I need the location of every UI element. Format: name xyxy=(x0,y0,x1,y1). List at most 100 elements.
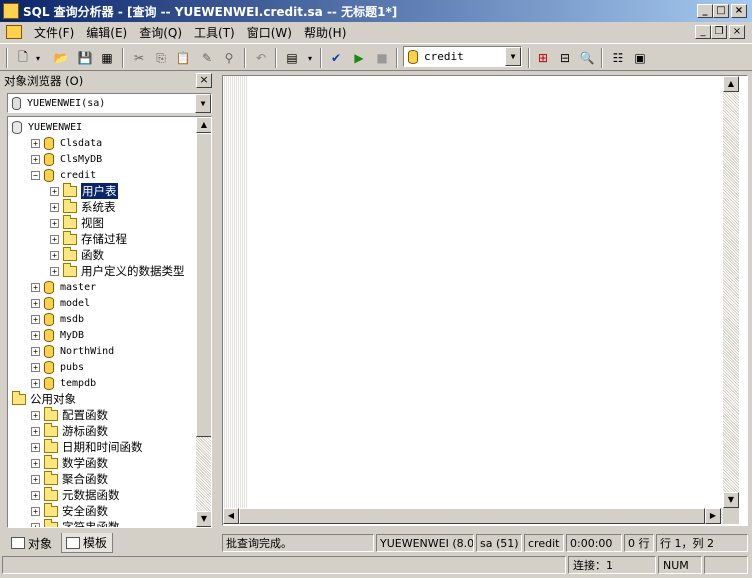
tree-item[interactable]: + 存储过程 xyxy=(50,230,127,247)
scroll-right-button[interactable]: ▶ xyxy=(705,508,721,524)
new-query-icon[interactable]: 🗋 xyxy=(14,49,32,67)
tree-scroll-thumb[interactable] xyxy=(196,133,211,437)
scroll-left-button[interactable]: ◀ xyxy=(223,508,239,524)
database-select[interactable]: credit ▼ xyxy=(403,46,522,67)
scroll-up-button[interactable]: ▲ xyxy=(196,117,211,133)
collapse-icon[interactable]: − xyxy=(31,170,40,180)
tree-item[interactable]: + 日期和时间函数 xyxy=(31,438,143,455)
menu-query[interactable]: 查询(Q) xyxy=(133,24,188,41)
tree-item[interactable]: + 函数 xyxy=(50,246,104,263)
tree-item[interactable]: + 游标函数 xyxy=(31,422,108,439)
child-restore-button[interactable]: ❐ xyxy=(711,25,727,39)
stop-icon[interactable]: ■ xyxy=(373,49,391,67)
menu-edit[interactable]: 编辑(E) xyxy=(80,24,133,41)
tree-item[interactable]: + NorthWind xyxy=(31,343,114,359)
scroll-up-button[interactable]: ▲ xyxy=(723,76,739,92)
tree-item[interactable]: YUEWENWEI xyxy=(12,119,82,135)
expand-icon[interactable]: + xyxy=(50,186,59,196)
expand-icon[interactable]: + xyxy=(31,474,40,484)
expand-icon[interactable]: + xyxy=(31,362,40,372)
copy-icon[interactable]: ⎘ xyxy=(152,49,170,67)
undo-icon[interactable]: ↶ xyxy=(252,49,270,67)
tree-item[interactable]: + 数学函数 xyxy=(31,454,108,471)
tree-item[interactable]: + tempdb xyxy=(31,375,96,391)
window-list-icon[interactable]: ▣ xyxy=(631,49,649,67)
expand-icon[interactable]: + xyxy=(31,506,40,516)
execute-icon[interactable]: ▶ xyxy=(350,49,368,67)
menu-window[interactable]: 窗口(W) xyxy=(241,24,298,41)
minimize-button[interactable]: _ xyxy=(697,4,713,18)
object-search-icon[interactable]: 🔍 xyxy=(578,49,596,67)
results-mode-icon[interactable]: ▤ xyxy=(283,49,301,67)
scroll-down-button[interactable]: ▼ xyxy=(196,511,211,527)
open-icon[interactable]: 📂 xyxy=(52,49,70,67)
query-editor[interactable]: ▲ ▼ ◀ ▶ xyxy=(222,75,748,526)
expand-icon[interactable]: + xyxy=(31,314,40,324)
object-tree[interactable]: YUEWENWEI + Clsdata + ClsMyDB − credit + 用户表 + 系统表… xyxy=(7,116,212,528)
tree-item[interactable]: + MyDB xyxy=(31,327,84,343)
tree-item[interactable]: + 聚合函数 xyxy=(31,470,108,487)
scroll-down-button[interactable]: ▼ xyxy=(723,492,739,508)
tree-item[interactable]: + Clsdata xyxy=(31,135,102,151)
maximize-button[interactable]: □ xyxy=(713,4,729,18)
tab-templates[interactable]: 模板 xyxy=(61,533,113,553)
chevron-down-icon[interactable]: ▼ xyxy=(195,94,211,113)
tree-item[interactable]: + 字符串函数 xyxy=(31,518,120,527)
expand-icon[interactable]: + xyxy=(31,426,40,436)
chevron-down-icon[interactable]: ▼ xyxy=(505,47,521,66)
tab-objects[interactable]: 对象 xyxy=(7,533,61,553)
expand-icon[interactable]: + xyxy=(50,234,59,244)
tree-item[interactable]: + 系统表 xyxy=(50,198,116,215)
tree-item[interactable]: 公用对象 xyxy=(12,390,76,407)
tree-item[interactable]: + 安全函数 xyxy=(31,502,108,519)
editor-vscrollbar[interactable] xyxy=(723,76,739,508)
cut-icon[interactable]: ✂ xyxy=(130,49,148,67)
expand-icon[interactable]: + xyxy=(31,522,40,527)
expand-icon[interactable]: + xyxy=(50,250,59,260)
tree-item[interactable]: + 用户表 xyxy=(50,182,119,200)
find-icon[interactable]: ⚲ xyxy=(220,49,238,67)
paste-icon[interactable]: 📋 xyxy=(174,49,192,67)
menu-file[interactable]: 文件(F) xyxy=(28,24,80,41)
tree-item[interactable]: + model xyxy=(31,295,90,311)
expand-icon[interactable]: + xyxy=(31,154,40,164)
clear-icon[interactable]: ✎ xyxy=(198,49,216,67)
expand-icon[interactable]: + xyxy=(31,442,40,452)
server-select[interactable]: YUEWENWEI(sa) ▼ xyxy=(7,93,212,113)
tree-item[interactable]: + pubs xyxy=(31,359,84,375)
results-dropdown-icon[interactable]: ▾ xyxy=(305,49,315,67)
close-button[interactable]: × xyxy=(731,4,747,18)
tree-item[interactable]: + 用户定义的数据类型 xyxy=(50,262,185,279)
expand-icon[interactable]: + xyxy=(50,266,59,276)
tree-item[interactable]: + msdb xyxy=(31,311,84,327)
parse-icon[interactable]: ✔ xyxy=(327,49,345,67)
tree-item[interactable]: + master xyxy=(31,279,96,295)
show-plan-icon[interactable]: ⊞ xyxy=(534,49,552,67)
expand-icon[interactable]: + xyxy=(31,410,40,420)
menu-tools[interactable]: 工具(T) xyxy=(188,24,241,41)
tree-item[interactable]: + 视图 xyxy=(50,214,104,231)
expand-icon[interactable]: + xyxy=(31,490,40,500)
tree-item[interactable]: + ClsMyDB xyxy=(31,151,102,167)
expand-icon[interactable]: + xyxy=(50,218,59,228)
child-close-button[interactable]: × xyxy=(729,25,745,39)
new-dropdown-icon[interactable]: ▾ xyxy=(33,49,43,67)
expand-icon[interactable]: + xyxy=(31,330,40,340)
options-icon[interactable]: ☷ xyxy=(609,49,627,67)
expand-icon[interactable]: + xyxy=(31,282,40,292)
object-browser-close-button[interactable]: × xyxy=(196,73,212,88)
load-script-icon[interactable]: ▦ xyxy=(98,49,116,67)
expand-icon[interactable]: + xyxy=(31,378,40,388)
expand-icon[interactable]: + xyxy=(31,458,40,468)
expand-icon[interactable]: + xyxy=(31,138,40,148)
object-browser-icon[interactable]: ⊟ xyxy=(556,49,574,67)
menu-help[interactable]: 帮助(H) xyxy=(298,24,352,41)
tree-item[interactable]: + 元数据函数 xyxy=(31,486,120,503)
child-minimize-button[interactable]: _ xyxy=(695,25,711,39)
expand-icon[interactable]: + xyxy=(31,346,40,356)
editor-hscroll-thumb[interactable] xyxy=(239,508,705,524)
save-icon[interactable]: 💾 xyxy=(76,49,94,67)
tree-item[interactable]: − credit xyxy=(31,167,96,183)
tree-item[interactable]: + 配置函数 xyxy=(31,406,108,423)
expand-icon[interactable]: + xyxy=(31,298,40,308)
